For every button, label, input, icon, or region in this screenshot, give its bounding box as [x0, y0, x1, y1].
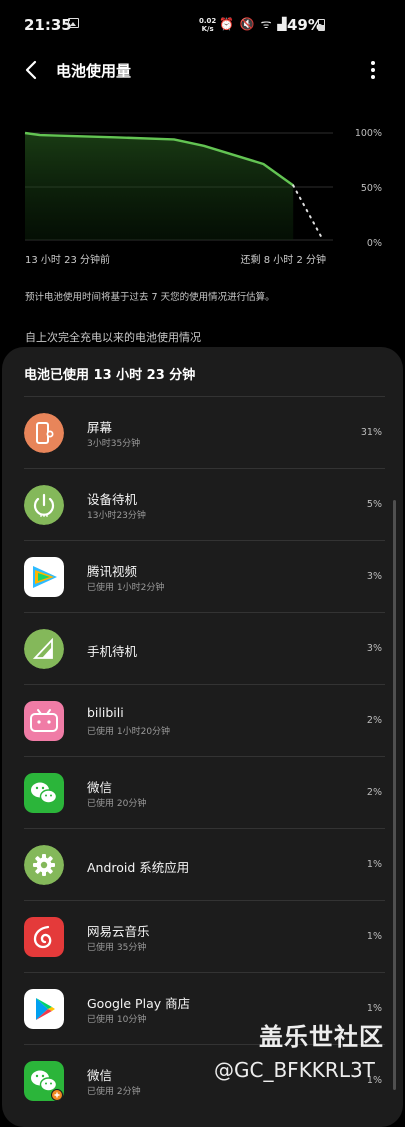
app-usage-time: 3小时35分钟 — [87, 439, 141, 449]
app-usage-time: 已使用 20分钟 — [87, 799, 147, 809]
watermark-title: 盖乐世社区 — [259, 1023, 384, 1051]
wechat-icon — [24, 773, 64, 813]
app-name: 网易云音乐 — [87, 924, 150, 939]
list-item-netease-music[interactable]: 网易云音乐 已使用 35分钟 1% — [24, 901, 385, 973]
wifi-icon: ᯤ — [260, 17, 273, 31]
phone-brightness-icon — [24, 413, 64, 453]
app-percent: 3% — [366, 643, 382, 654]
chart-end-label: 还剩 8 小时 2 分钟 — [240, 255, 326, 266]
watermark-handle: @GC_BFKKRL3T — [214, 1058, 375, 1082]
app-usage-list: 屏幕 3小时35分钟 31% 设备待机 13小时23分钟 5% 腾讯视频 已使用… — [2, 397, 403, 1116]
alarm-icon: ⏰ — [219, 17, 235, 31]
usage-area — [25, 133, 294, 240]
app-name: 设备待机 — [87, 492, 138, 507]
projection-line — [292, 184, 324, 241]
section-label: 自上次完全充电以来的电池使用情况 — [25, 331, 201, 344]
network-speed-value: 0.02 — [199, 17, 217, 25]
chevron-left-icon — [25, 60, 37, 80]
google-play-icon — [24, 989, 64, 1029]
image-notification-icon — [68, 18, 79, 28]
more-vert-icon — [371, 61, 375, 79]
netease-music-icon — [24, 917, 64, 957]
app-percent: 5% — [366, 499, 382, 510]
app-percent: 1% — [366, 1003, 382, 1014]
estimate-note: 预计电池使用时间将基于过去 7 天您的使用情况进行估算。 — [25, 292, 275, 303]
app-name: 屏幕 — [87, 420, 113, 435]
app-percent: 31% — [360, 427, 382, 438]
app-percent: 2% — [366, 715, 382, 726]
page-title: 电池使用量 — [56, 62, 132, 80]
chart-start-label: 13 小时 23 分钟前 — [25, 255, 110, 266]
app-usage-time: 已使用 1小时2分钟 — [87, 583, 165, 593]
battery-usage-chart: 100% 50% 0% — [24, 128, 382, 249]
back-button[interactable] — [20, 58, 44, 82]
bilibili-icon — [24, 701, 64, 741]
app-name: 腾讯视频 — [87, 564, 138, 579]
app-usage-time: 已使用 35分钟 — [87, 943, 147, 953]
app-name: Android 系统应用 — [87, 860, 190, 875]
scrollbar[interactable] — [393, 500, 396, 1090]
android-settings-icon — [24, 845, 64, 885]
ytick-label-50: 50% — [361, 183, 382, 194]
app-usage-time: 13小时23分钟 — [87, 511, 146, 521]
app-name: 手机待机 — [87, 644, 138, 659]
app-usage-time: 已使用 2分钟 — [87, 1087, 141, 1097]
list-item-tencent-video[interactable]: 腾讯视频 已使用 1小时2分钟 3% — [24, 541, 385, 613]
status-icons: ⏰ 🔇 ᯤ ▟ — [219, 15, 288, 32]
app-name: bilibili — [87, 705, 124, 720]
app-name: Google Play 商店 — [87, 996, 191, 1011]
signal-icon — [24, 629, 64, 669]
app-percent: 2% — [366, 787, 382, 798]
app-usage-time: 已使用 1小时20分钟 — [87, 727, 171, 737]
battery-icon — [318, 19, 325, 31]
status-time: 21:35 — [24, 16, 72, 34]
app-percent: 1% — [366, 859, 382, 870]
list-item-phone-idle[interactable]: 手机待机 3% — [24, 613, 385, 685]
list-item-wechat[interactable]: 微信 已使用 20分钟 2% — [24, 757, 385, 829]
ytick-label-0: 0% — [367, 238, 382, 249]
ytick-label-100: 100% — [355, 128, 382, 139]
list-item-screen[interactable]: 屏幕 3小时35分钟 31% — [24, 397, 385, 469]
app-name: 微信 — [87, 1068, 113, 1083]
card-title: 电池已使用 13 小时 23 分钟 — [24, 368, 196, 383]
tencent-video-icon — [24, 557, 64, 597]
wechat-clone-icon — [24, 1061, 64, 1101]
mute-icon: 🔇 — [239, 17, 256, 31]
app-usage-card: 电池已使用 13 小时 23 分钟 屏幕 3小时35分钟 31% 设备待机 13… — [2, 347, 403, 1127]
list-item-bilibili[interactable]: bilibili 已使用 1小时20分钟 2% — [24, 685, 385, 757]
app-percent: 1% — [366, 931, 382, 942]
app-usage-time: 已使用 10分钟 — [87, 1015, 147, 1025]
power-icon — [24, 485, 64, 525]
app-percent: 3% — [366, 571, 382, 582]
network-speed-unit: K/s — [201, 25, 214, 33]
list-item-device-idle[interactable]: 设备待机 13小时23分钟 5% — [24, 469, 385, 541]
network-speed: 0.02 K/s — [199, 17, 216, 33]
app-name: 微信 — [87, 780, 113, 795]
more-options-button[interactable] — [364, 58, 382, 82]
list-item-android-system[interactable]: Android 系统应用 1% — [24, 829, 385, 901]
status-bar: 21:35 0.02 K/s ⏰ 🔇 ᯤ ▟ 49% — [0, 0, 405, 50]
